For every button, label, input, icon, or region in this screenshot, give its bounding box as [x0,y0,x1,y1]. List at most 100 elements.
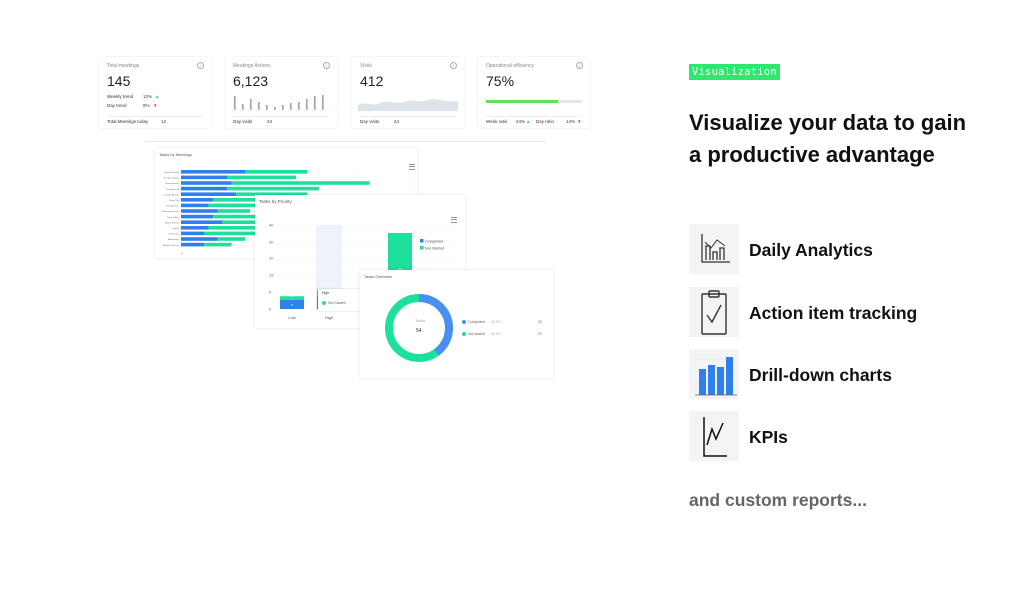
info-icon[interactable]: i [197,62,204,69]
page-headline: Visualize your data to gain a productive… [689,110,967,167]
row-label: Kickoff [172,228,179,230]
efficiency-progress-fill [486,100,558,103]
legend-swatch [420,239,424,243]
completed-bar [181,226,209,230]
bar-chart-icon [689,349,739,399]
kpi-label: Meetings Actions [233,63,271,69]
feature-label: Drill-down charts [749,365,892,385]
legend-dot [462,332,466,336]
feature-label: Daily Analytics [749,240,873,260]
clipboard-check-icon [689,287,739,337]
trend-line-icon [689,411,739,461]
kpi-value: 6,123 [233,73,269,89]
completed-bar [181,209,218,213]
feature-daily-analytics: Daily Analytics [689,224,989,274]
legend-label: Not started [468,332,486,336]
legend-count: 22 [538,320,542,324]
kpi-label: Visits [360,63,372,69]
kpi-card-visits[interactable]: Visits i 412 Day visits 24 [352,57,464,128]
completed-bar [181,231,204,236]
y-tick: 0 [269,307,272,312]
kpi-label: Total meetings [107,63,140,69]
row-label: Weekly Check-in [163,245,180,247]
mini-bar-chart [234,95,324,110]
kpi-label: Operational efficiency [486,63,534,69]
feature-label: KPIs [749,427,788,447]
donut-center-value: 54 [416,328,422,334]
legend-dot [322,301,326,305]
trend-up-icon: ▲ [155,94,160,99]
feature-label: Action item tracking [749,303,918,323]
y-tick: 5 [269,290,272,295]
divider [146,141,546,142]
kpi-footer: Total Meetings today 12 [107,116,203,124]
kpi-footer: Week ratio 24% ▲ Day ratio 14% ▼ [486,116,582,124]
weekly-trend: Weekly trend 12% ▲ [107,94,160,99]
legend-pct: 20.0% [491,320,501,324]
row-label: Client Call [169,199,179,202]
legend-swatch [420,246,424,250]
row-label: Sprint Planning [164,171,180,174]
legend-label: Completed [468,320,485,324]
tasks-overview-panel: Tasks Overview Tasks 54 Completed 20.0% … [360,270,553,378]
not-started-bar [227,186,319,191]
x-tick: High [325,315,333,320]
row-label: Hiring Sync [168,238,180,241]
legend-pct: 80.0% [491,332,501,336]
donut-center-label: Tasks [415,318,426,323]
y-tick: 15 [269,273,274,278]
completed-bar [181,170,246,174]
kpi-card-meeting-actions[interactable]: Meetings Actions i 6,123 Day visits 24 [225,57,337,128]
completed-bar [181,214,214,219]
legend-dot [462,320,466,324]
not-started-bar [208,203,262,208]
y-tick: 40 [269,223,274,228]
completed-bar [181,242,204,247]
legend-label: Completed [425,239,443,243]
row-label: Retrospective [166,182,180,185]
kpi-card-total-meetings[interactable]: Total meetings i 145 Weekly trend 12% ▲ … [99,57,211,128]
row-label: Planning Session [162,211,180,213]
kpi-card-operational-efficiency[interactable]: Operational efficiency i 75% Week ratio … [478,57,590,128]
feature-action-item-tracking: Action item tracking [689,287,989,337]
kpi-value: 145 [107,73,131,89]
kpi-footer: Day visits 24 [360,116,456,124]
row-label: Team Offsite [167,216,180,219]
completed-bar [181,181,232,185]
mini-area-chart [358,99,458,111]
kpi-value: 75% [486,73,515,89]
more-reports-text: and custom reports... [689,490,867,510]
info-icon[interactable]: i [576,62,583,69]
kpi-value: 412 [360,73,384,89]
completed-bar [181,198,214,202]
completed-bar [181,203,209,208]
trend-down-icon: ▼ [577,119,582,124]
legend-count: 37 [538,332,542,336]
y-tick: 30 [269,240,274,245]
trend-up-icon: ▲ [526,119,531,124]
legend-label: Not Started [425,246,444,250]
tasks-donut-chart [385,294,453,362]
info-icon[interactable]: i [450,62,457,69]
info-icon[interactable]: i [323,62,330,69]
not-started-bar [245,170,308,174]
x-tick: Low [288,315,295,320]
axis-tick: 0 [181,251,183,255]
efficiency-progress-track [486,100,582,103]
row-label: Board Review [165,221,179,224]
feature-kpis: KPIs [689,411,989,461]
not-started-bar [231,181,370,185]
row-label: Demo Day [169,234,180,236]
row-label: Standup Call [166,188,179,191]
trend-down-icon: ▼ [153,103,158,108]
completed-bar [181,186,227,191]
row-label: Design Review [164,194,179,196]
section-tag: Visualization [689,64,780,80]
completed-bar [181,237,218,241]
completed-bar [181,175,227,180]
day-trend: Day trend 8% ▼ [107,103,158,108]
chart-tooltip: High Not Started [318,289,360,311]
completed-bar [181,220,223,224]
kpi-footer: Day visits 24 [233,116,329,124]
line-chart-icon [689,224,739,274]
